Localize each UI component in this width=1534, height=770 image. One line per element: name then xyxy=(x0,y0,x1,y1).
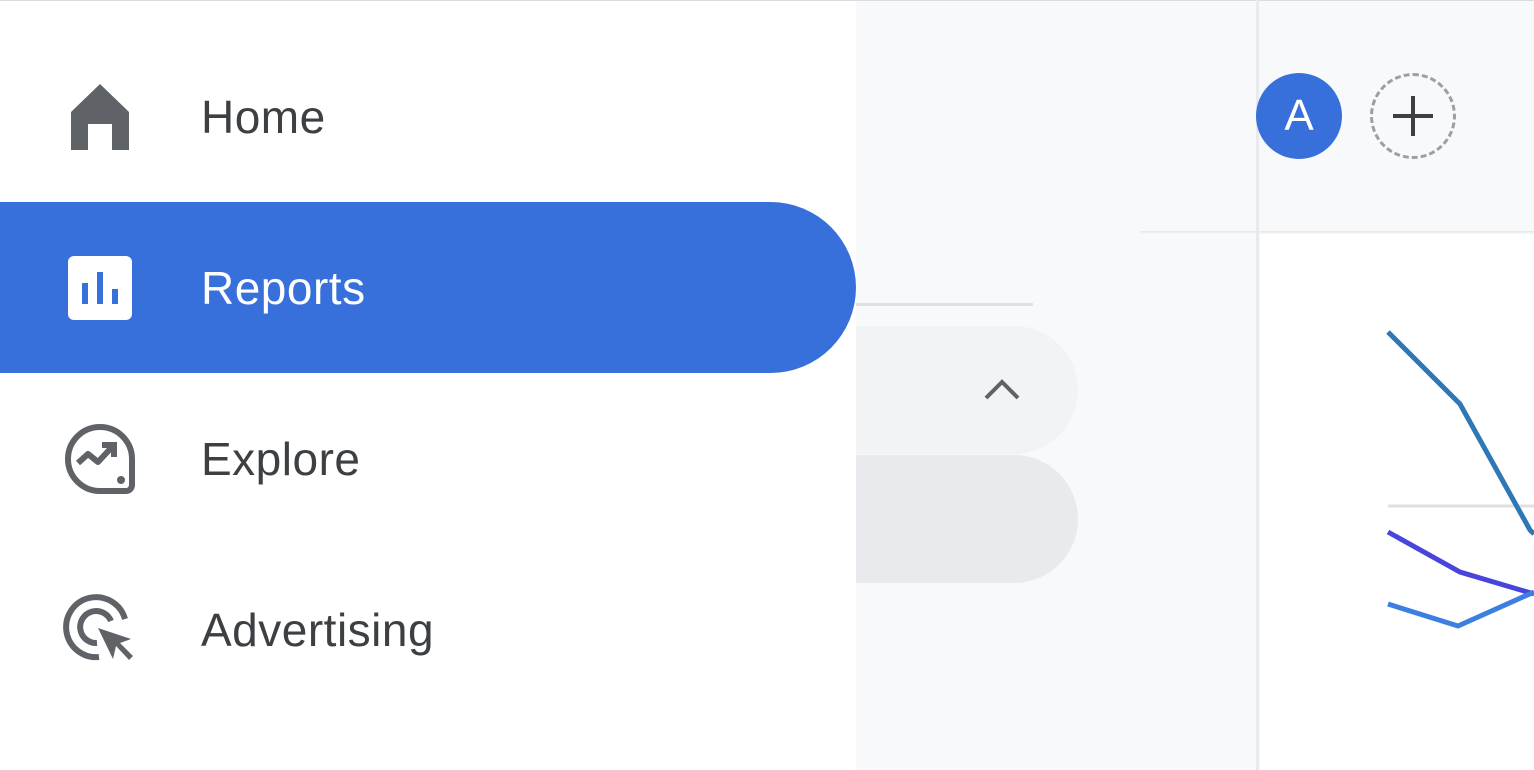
nav-item-reports[interactable]: Reports xyxy=(0,202,856,373)
home-icon xyxy=(62,79,138,155)
chart-series-line xyxy=(1387,589,1534,629)
section-divider xyxy=(856,303,1033,306)
chart-series-line xyxy=(1386,529,1534,597)
account-avatar[interactable]: A xyxy=(1256,73,1342,159)
trend-chart xyxy=(1260,234,1534,770)
plus-icon xyxy=(1393,96,1433,136)
nav-item-label: Home xyxy=(201,90,326,143)
nav-item-label: Reports xyxy=(201,261,366,314)
nav-item-label: Advertising xyxy=(201,603,435,656)
nav-item-label: Explore xyxy=(201,432,361,485)
avatar-initial: A xyxy=(1284,91,1314,140)
bar-chart-icon xyxy=(62,250,138,326)
nav-item-explore[interactable]: Explore xyxy=(0,373,856,544)
chart-series-line xyxy=(1386,330,1534,536)
navigation-drawer: Home Reports Explore Advertising xyxy=(0,0,856,770)
nav-item-home[interactable]: Home xyxy=(0,31,856,202)
chevron-up-icon[interactable] xyxy=(982,374,1022,404)
nav-item-advertising[interactable]: Advertising xyxy=(0,544,856,715)
explore-icon xyxy=(62,421,138,497)
advertising-icon xyxy=(62,592,138,668)
add-account-button[interactable] xyxy=(1370,73,1456,159)
